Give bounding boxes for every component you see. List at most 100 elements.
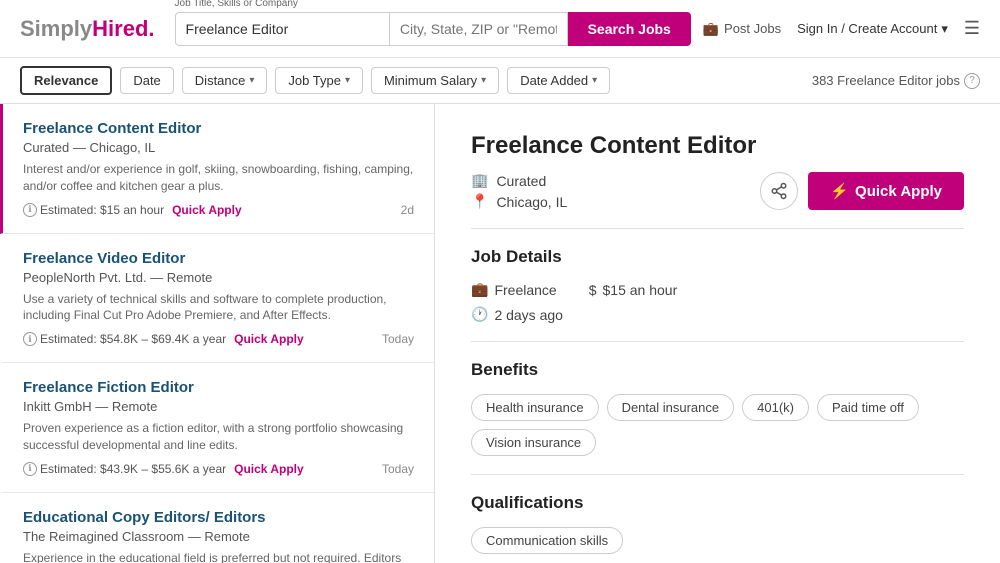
share-button[interactable] — [760, 172, 798, 210]
job-type-value: Freelance — [494, 282, 556, 298]
benefit-tag: Paid time off — [817, 394, 919, 421]
benefits-section-title: Benefits — [471, 360, 964, 380]
sign-in-button[interactable]: Sign In / Create Account ▾ — [797, 21, 948, 37]
filter-bar: Relevance Date Distance ▾ Job Type ▾ Min… — [0, 58, 1000, 104]
sign-in-label: Sign In / Create Account — [797, 21, 937, 36]
job-title: Educational Copy Editors/ Editors — [23, 509, 414, 526]
job-posted-detail: 🕐 2 days ago — [471, 306, 964, 323]
filter-date-added[interactable]: Date Added ▾ — [507, 67, 610, 94]
benefit-tag: Health insurance — [471, 394, 599, 421]
search-label: Job Title, Skills or Company — [175, 0, 298, 9]
job-details-section-title: Job Details — [471, 247, 964, 267]
filter-job-type[interactable]: Job Type ▾ — [275, 67, 363, 94]
logo-simply: Simply — [20, 16, 92, 42]
job-salary: ℹ Estimated: $15 an hour — [23, 203, 164, 217]
logo-hired: Hired — [92, 16, 148, 42]
search-group: Job Title, Skills or Company Search Jobs — [175, 12, 691, 46]
info-icon[interactable]: ? — [964, 73, 980, 89]
benefit-tag: 401(k) — [742, 394, 809, 421]
job-title: Freelance Content Editor — [23, 120, 414, 137]
main-content: Freelance Content Editor Curated — Chica… — [0, 104, 1000, 563]
job-desc: Experience in the educational field is p… — [23, 550, 414, 563]
search-title-wrap: Job Title, Skills or Company — [175, 12, 389, 46]
divider-1 — [471, 228, 964, 229]
filter-relevance[interactable]: Relevance — [20, 66, 112, 95]
building-icon: 🏢 — [471, 172, 488, 189]
job-card[interactable]: Educational Copy Editors/ Editors The Re… — [0, 493, 434, 563]
filter-date[interactable]: Date — [120, 67, 173, 94]
dollar-icon: $ — [589, 282, 597, 298]
quick-apply-link[interactable]: Quick Apply — [172, 203, 242, 217]
detail-company: Curated — [496, 173, 546, 189]
job-list: Freelance Content Editor Curated — Chica… — [0, 104, 435, 563]
location-input[interactable] — [389, 12, 568, 46]
job-date: Today — [382, 462, 414, 476]
hamburger-menu-icon[interactable]: ☰ — [964, 18, 980, 39]
job-footer: ℹ Estimated: $15 an hour Quick Apply 2d — [23, 203, 414, 217]
filter-distance[interactable]: Distance ▾ — [182, 67, 268, 94]
info-circle-icon: ℹ — [23, 332, 37, 346]
filter-min-salary-label: Minimum Salary — [384, 73, 477, 88]
search-input[interactable] — [175, 12, 389, 46]
filter-job-type-label: Job Type — [288, 73, 341, 88]
info-circle-icon: ℹ — [23, 462, 37, 476]
quick-apply-button[interactable]: ⚡ Quick Apply — [808, 172, 964, 210]
detail-company-row: 🏢 Curated — [471, 172, 567, 189]
post-jobs-link[interactable]: 💼 Post Jobs — [703, 21, 781, 37]
job-date: 2d — [401, 203, 414, 217]
job-footer: ℹ Estimated: $54.8K – $69.4K a year Quic… — [23, 332, 414, 346]
header-actions: 💼 Post Jobs Sign In / Create Account ▾ ☰ — [703, 18, 980, 39]
quick-apply-link[interactable]: Quick Apply — [234, 332, 304, 346]
search-button[interactable]: Search Jobs — [568, 12, 691, 46]
header: SimplyHired. Job Title, Skills or Compan… — [0, 0, 1000, 58]
job-company: The Reimagined Classroom — Remote — [23, 529, 414, 544]
qualifications-tags: Communication skills — [471, 527, 964, 554]
quick-apply-link[interactable]: Quick Apply — [234, 462, 304, 476]
job-title: Freelance Fiction Editor — [23, 379, 414, 396]
filter-minimum-salary[interactable]: Minimum Salary ▾ — [371, 67, 499, 94]
chevron-down-icon: ▾ — [249, 75, 254, 86]
detail-title: Freelance Content Editor — [471, 132, 964, 160]
job-type-detail: 💼 Freelance — [471, 281, 557, 298]
location-icon: 📍 — [471, 193, 488, 210]
search-location-wrap — [389, 12, 568, 46]
chevron-down-icon: ▾ — [481, 75, 486, 86]
job-salary: ℹ Estimated: $54.8K – $69.4K a year — [23, 332, 226, 346]
detail-location: Chicago, IL — [496, 194, 567, 210]
results-count: 383 Freelance Editor jobs ? — [812, 73, 980, 89]
benefits-tags: Health insurance Dental insurance 401(k) Pa… — [471, 394, 964, 456]
chevron-down-icon: ▾ — [941, 21, 948, 37]
job-desc: Interest and/or experience in golf, skii… — [23, 161, 414, 195]
job-company: Curated — Chicago, IL — [23, 140, 414, 155]
post-jobs-label: Post Jobs — [724, 21, 781, 36]
info-circle-icon: ℹ — [23, 203, 37, 217]
divider-3 — [471, 474, 964, 475]
qualifications-section-title: Qualifications — [471, 493, 964, 513]
job-card[interactable]: Freelance Content Editor Curated — Chica… — [0, 104, 434, 234]
logo-dot: . — [148, 16, 154, 42]
job-details-grid: 💼 Freelance $ $15 an hour — [471, 281, 964, 298]
job-posted-value: 2 days ago — [494, 307, 563, 323]
job-salary-detail: $ $15 an hour — [589, 281, 678, 298]
job-desc: Use a variety of technical skills and so… — [23, 291, 414, 325]
filter-date-added-label: Date Added — [520, 73, 588, 88]
job-company: Inkitt GmbH — Remote — [23, 399, 414, 414]
job-card[interactable]: Freelance Fiction Editor Inkitt GmbH — R… — [0, 363, 434, 493]
results-count-text: 383 Freelance Editor jobs — [812, 73, 960, 88]
detail-actions: ⚡ Quick Apply — [760, 172, 964, 210]
job-salary-value: $15 an hour — [603, 282, 678, 298]
job-detail: Freelance Content Editor 🏢 Curated 📍 Chi… — [435, 104, 1000, 563]
job-salary: ℹ Estimated: $43.9K – $55.6K a year — [23, 462, 226, 476]
logo[interactable]: SimplyHired. — [20, 16, 155, 42]
benefit-tag: Dental insurance — [607, 394, 735, 421]
chevron-down-icon: ▾ — [592, 75, 597, 86]
briefcase-icon: 💼 — [471, 281, 488, 298]
briefcase-icon: 💼 — [703, 21, 719, 37]
filter-distance-label: Distance — [195, 73, 246, 88]
job-company: PeopleNorth Pvt. Ltd. — Remote — [23, 270, 414, 285]
divider-2 — [471, 341, 964, 342]
clock-icon: 🕐 — [471, 306, 488, 323]
job-title: Freelance Video Editor — [23, 250, 414, 267]
job-date: Today — [382, 332, 414, 346]
job-card[interactable]: Freelance Video Editor PeopleNorth Pvt. … — [0, 234, 434, 364]
